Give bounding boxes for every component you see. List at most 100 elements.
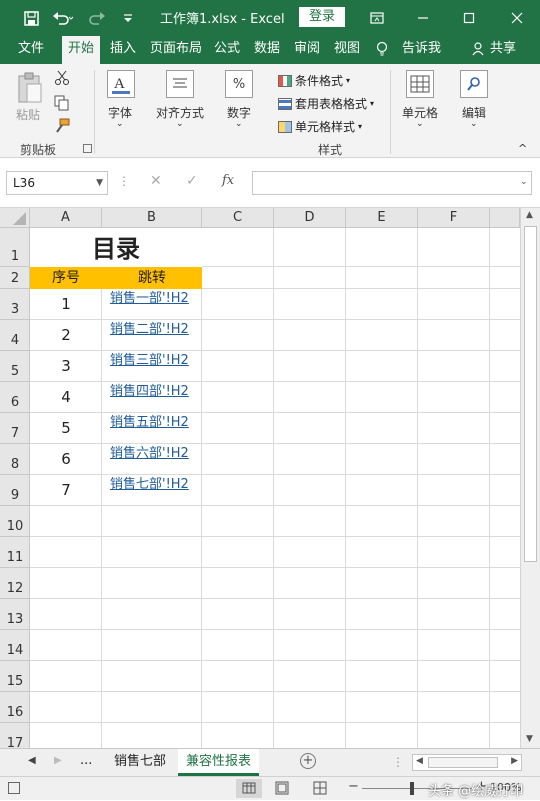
zoom-slider-thumb[interactable] <box>410 782 414 795</box>
paste-button[interactable]: 粘贴 <box>16 106 40 123</box>
row-header[interactable]: 4 <box>0 320 30 351</box>
minimize-icon[interactable] <box>412 6 434 30</box>
entry-number[interactable]: 5 <box>30 413 102 444</box>
horizontal-scroll-thumb[interactable] <box>428 757 498 768</box>
sheet-tab-compatibility-report[interactable]: 兼容性报表 <box>178 749 260 776</box>
tab-formulas[interactable]: 公式 <box>214 36 240 64</box>
tab-data[interactable]: 数据 <box>254 36 280 64</box>
copy-icon[interactable] <box>54 95 70 111</box>
tab-page-layout[interactable]: 页面布局 <box>150 36 202 64</box>
row-header[interactable]: 17 <box>0 723 30 748</box>
formula-input[interactable] <box>252 171 532 195</box>
cell-styles-button[interactable]: 单元格样式 ▾ <box>278 118 362 135</box>
paste-icon[interactable] <box>16 72 44 106</box>
row-header[interactable]: 7 <box>0 413 30 444</box>
scroll-right-icon[interactable]: ▶ <box>511 756 518 766</box>
next-sheet-icon[interactable]: ▶ <box>54 755 62 766</box>
tell-me-search[interactable]: 告诉我 <box>402 36 441 64</box>
row-header[interactable]: 9 <box>0 475 30 506</box>
redo-icon[interactable] <box>86 6 112 30</box>
collapse-ribbon-icon[interactable]: ^ <box>518 142 527 155</box>
row-header[interactable]: 1 <box>0 228 30 267</box>
entry-number[interactable]: 6 <box>30 444 102 475</box>
column-header-f[interactable]: F <box>418 208 490 228</box>
dialog-launcher-icon[interactable] <box>83 144 92 153</box>
row-header[interactable]: 3 <box>0 289 30 320</box>
entry-number[interactable]: 7 <box>30 475 102 506</box>
enter-icon[interactable]: ✓ <box>186 173 198 189</box>
maximize-icon[interactable] <box>458 6 480 30</box>
sheet-tab-sales-7[interactable]: 销售七部 <box>106 749 174 776</box>
scroll-left-icon[interactable]: ◀ <box>416 756 423 766</box>
header-jump[interactable]: 跳转 <box>102 267 202 289</box>
sheet-hyperlink[interactable]: 销售六部'!H2 <box>102 444 202 464</box>
format-as-table-button[interactable]: 套用表格格式 ▾ <box>278 95 374 112</box>
conditional-format-button[interactable]: 条件格式 ▾ <box>278 72 350 89</box>
sheet-hyperlink[interactable]: 销售三部'!H2 <box>102 351 202 371</box>
cells-icon[interactable] <box>406 70 434 98</box>
row-header[interactable]: 11 <box>0 537 30 568</box>
expand-formula-bar-icon[interactable]: ⌄ <box>520 177 528 187</box>
column-header-a[interactable]: A <box>30 208 102 228</box>
sheet-hyperlink[interactable]: 销售七部'!H2 <box>102 475 202 495</box>
ribbon-display-options-icon[interactable] <box>366 6 388 30</box>
spreadsheet-grid[interactable]: A B C D E F 1 2 3 4 5 6 7 8 9 10 11 12 13 14 15 16 17 目录… <box>0 208 520 748</box>
align-icon[interactable] <box>166 70 194 98</box>
add-sheet-icon[interactable]: + <box>300 753 316 769</box>
scrollbar-thumb[interactable] <box>524 226 537 562</box>
tab-home[interactable]: 开始 <box>62 36 101 64</box>
row-header[interactable]: 15 <box>0 661 30 692</box>
row-header[interactable]: 12 <box>0 568 30 599</box>
row-header[interactable]: 2 <box>0 267 30 289</box>
scroll-up-icon[interactable]: ▲ <box>526 210 533 220</box>
zoom-out-icon[interactable]: − <box>348 779 359 794</box>
row-header[interactable]: 16 <box>0 692 30 723</box>
row-header[interactable]: 6 <box>0 382 30 413</box>
percent-icon[interactable]: % <box>225 70 253 98</box>
sheet-title[interactable]: 目录 <box>30 228 202 267</box>
header-number[interactable]: 序号 <box>30 267 102 289</box>
sheet-hyperlink[interactable]: 销售五部'!H2 <box>102 413 202 433</box>
login-button[interactable]: 登录 <box>299 7 345 27</box>
entry-number[interactable]: 2 <box>30 320 102 351</box>
format-painter-icon[interactable] <box>54 118 70 134</box>
column-header-b[interactable]: B <box>102 208 202 228</box>
entry-number[interactable]: 3 <box>30 351 102 382</box>
row-header[interactable]: 5 <box>0 351 30 382</box>
insert-function-icon[interactable]: fx <box>222 173 234 188</box>
lightbulb-icon[interactable] <box>376 36 388 64</box>
sheet-hyperlink[interactable]: 销售四部'!H2 <box>102 382 202 402</box>
column-header-g[interactable] <box>490 208 520 228</box>
column-header-c[interactable]: C <box>202 208 274 228</box>
save-icon[interactable] <box>20 6 42 30</box>
share-icon[interactable] <box>472 36 486 64</box>
tab-split-grip-icon[interactable]: ⋮ <box>392 755 404 769</box>
row-header[interactable]: 14 <box>0 630 30 661</box>
name-box[interactable]: L36 ▼ <box>6 171 108 195</box>
tab-insert[interactable]: 插入 <box>110 36 136 64</box>
column-header-e[interactable]: E <box>346 208 418 228</box>
cancel-icon[interactable]: ✕ <box>150 173 162 189</box>
page-break-view-icon[interactable] <box>312 781 328 798</box>
share-button[interactable]: 共享 <box>490 36 516 64</box>
entry-number[interactable]: 1 <box>30 289 102 320</box>
column-header-d[interactable]: D <box>274 208 346 228</box>
more-sheets-button[interactable]: ... <box>80 753 92 768</box>
close-icon[interactable] <box>506 6 528 30</box>
normal-view-icon[interactable] <box>236 779 262 798</box>
prev-sheet-icon[interactable]: ◀ <box>28 755 36 766</box>
page-layout-view-icon[interactable] <box>274 781 290 798</box>
row-header[interactable]: 13 <box>0 599 30 630</box>
undo-icon[interactable] <box>50 6 76 30</box>
name-box-dropdown-icon[interactable]: ▼ <box>96 172 103 194</box>
cut-icon[interactable] <box>54 70 70 86</box>
row-header[interactable]: 8 <box>0 444 30 475</box>
tab-review[interactable]: 审阅 <box>294 36 320 64</box>
tab-file[interactable]: 文件 <box>18 36 44 64</box>
macro-record-icon[interactable] <box>8 782 20 794</box>
row-header[interactable]: 10 <box>0 506 30 537</box>
select-all-corner[interactable] <box>0 208 30 228</box>
sheet-hyperlink[interactable]: 销售一部'!H2 <box>102 289 202 309</box>
scroll-down-icon[interactable]: ▼ <box>526 734 533 744</box>
horizontal-scrollbar[interactable]: ◀ ▶ <box>412 754 522 771</box>
